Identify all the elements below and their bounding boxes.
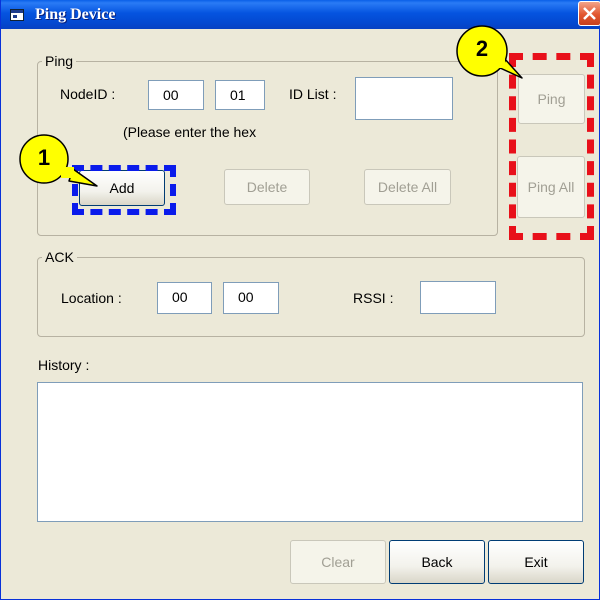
callout-number-2: 2 [475,36,489,61]
delete-all-button[interactable]: Delete All [364,169,451,205]
history-label: History : [38,357,90,373]
window-title: Ping Device [35,6,116,23]
rssi-input[interactable] [420,281,496,314]
idlist-label: ID List : [289,86,337,102]
hex-hint-text: (Please enter the hex [123,124,257,140]
location-label: Location : [61,290,122,306]
window-app-icon [10,8,24,21]
rssi-label: RSSI : [353,290,394,306]
nodeid-low-input[interactable]: 01 [215,80,265,110]
ping-device-window: Ping Device Ping NodeID : 00 01 ID List … [0,0,600,600]
location-b-input[interactable]: 00 [223,282,279,314]
nodeid-high-input[interactable]: 00 [148,80,204,110]
back-button[interactable]: Back [389,540,485,584]
ack-group-legend: ACK [45,249,74,265]
nodeid-label: NodeID : [60,86,116,102]
clear-button[interactable]: Clear [290,540,386,584]
exit-button[interactable]: Exit [488,540,584,584]
close-icon [583,7,596,20]
delete-button[interactable]: Delete [224,169,310,205]
idlist-input[interactable] [355,77,453,120]
callout-number-1: 1 [37,145,51,170]
ping-group-legend: Ping [45,53,74,69]
history-textbox[interactable] [37,382,583,522]
location-a-input[interactable]: 00 [157,282,212,314]
close-button[interactable] [578,1,600,26]
